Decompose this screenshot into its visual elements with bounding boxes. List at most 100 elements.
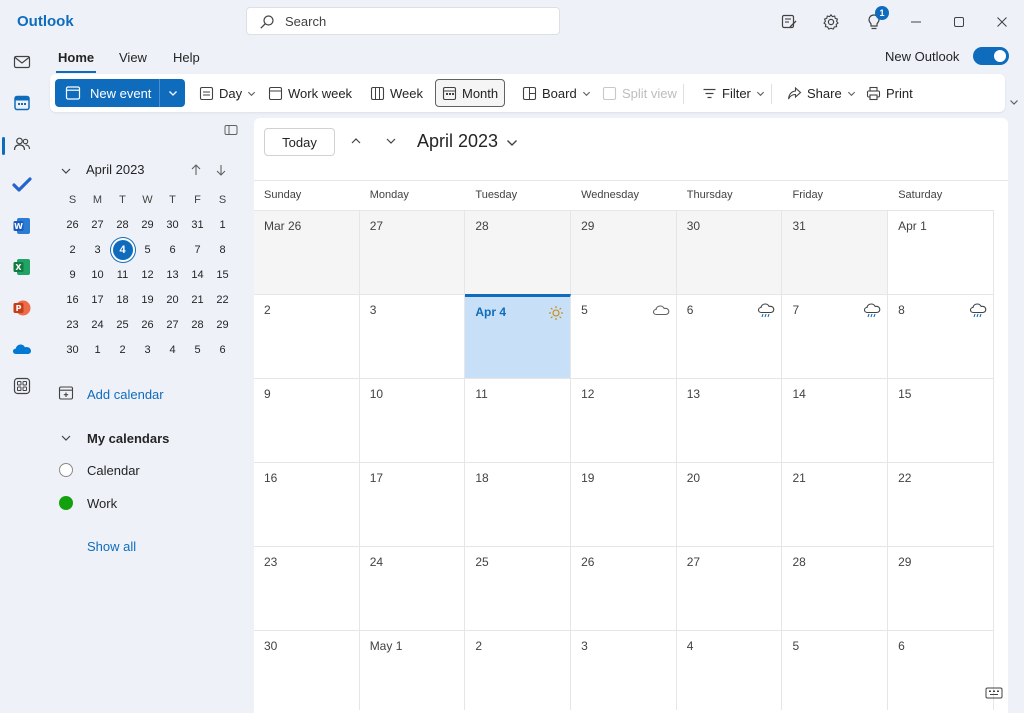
calendar-day-cell[interactable]: 14 xyxy=(782,379,889,462)
mini-calendar-day[interactable]: 30 xyxy=(60,338,85,363)
mini-calendar-day[interactable]: 21 xyxy=(185,288,210,313)
keyboard-icon[interactable] xyxy=(985,686,1003,700)
month-title[interactable]: April 2023 xyxy=(417,131,498,152)
mini-calendar-day[interactable]: 23 xyxy=(60,313,85,338)
filter-button[interactable]: Filter xyxy=(696,79,771,107)
mini-calendar-day[interactable]: 28 xyxy=(185,313,210,338)
mini-calendar-day[interactable]: 27 xyxy=(160,313,185,338)
calendar-day-cell[interactable]: 29 xyxy=(888,547,994,630)
search-input[interactable] xyxy=(285,11,545,31)
calendar-day-cell[interactable]: 29 xyxy=(571,211,677,294)
calendar-day-cell[interactable]: 31 xyxy=(782,211,889,294)
mini-calendar-day[interactable]: 5 xyxy=(185,338,210,363)
chevron-down-icon[interactable] xyxy=(60,432,72,444)
new-outlook-toggle[interactable] xyxy=(973,47,1009,65)
week-view-button[interactable]: Week xyxy=(364,79,429,107)
mini-calendar-day[interactable]: 22 xyxy=(210,288,235,313)
mini-calendar-day[interactable]: 29 xyxy=(210,313,235,338)
mini-calendar-day[interactable]: 6 xyxy=(160,238,185,263)
mini-calendar-day[interactable]: 26 xyxy=(135,313,160,338)
chevron-down-icon[interactable] xyxy=(505,136,519,150)
show-all-link[interactable]: Show all xyxy=(87,539,136,554)
word-icon[interactable]: W xyxy=(10,214,34,238)
day-view-button[interactable]: Day xyxy=(193,79,262,107)
mini-calendar-day[interactable]: 13 xyxy=(160,263,185,288)
calendar-checkbox[interactable] xyxy=(59,463,73,477)
search-box[interactable] xyxy=(246,7,560,35)
mini-calendar-day[interactable]: 19 xyxy=(135,288,160,313)
gear-icon[interactable] xyxy=(821,12,841,32)
calendar-day-cell[interactable]: 2 xyxy=(254,295,360,378)
calendar-day-cell[interactable]: 6 xyxy=(888,631,994,710)
calendar-day-today[interactable]: Apr 4 xyxy=(465,294,572,378)
calendar-day-cell[interactable]: 30 xyxy=(254,631,360,710)
mini-calendar-day[interactable]: 26 xyxy=(60,213,85,238)
calendar-day-cell[interactable]: 10 xyxy=(360,379,466,462)
people-icon[interactable] xyxy=(10,132,34,156)
mini-calendar-day[interactable]: 17 xyxy=(85,288,110,313)
mini-calendar-day[interactable]: 5 xyxy=(135,238,160,263)
todo-icon[interactable] xyxy=(10,173,34,197)
split-view-button[interactable]: Split view xyxy=(596,79,683,107)
calendar-day-cell[interactable]: 5 xyxy=(571,295,677,378)
calendar-day-cell[interactable]: 21 xyxy=(782,463,889,546)
arrow-down-icon[interactable] xyxy=(214,163,228,177)
tab-home[interactable]: Home xyxy=(56,50,97,73)
calendar-day-cell[interactable]: 3 xyxy=(571,631,677,710)
calendar-day-cell[interactable]: 13 xyxy=(677,379,783,462)
mini-calendar-day[interactable]: 4 xyxy=(160,338,185,363)
mini-calendar-day[interactable]: 31 xyxy=(185,213,210,238)
work-week-button[interactable]: Work week xyxy=(262,79,358,107)
scrollbar-track[interactable] xyxy=(994,210,1008,713)
calendar-day-cell[interactable]: 27 xyxy=(677,547,783,630)
add-calendar-link[interactable]: Add calendar xyxy=(87,387,164,402)
calendar-day-cell[interactable]: 20 xyxy=(677,463,783,546)
share-button[interactable]: Share xyxy=(781,79,862,107)
mini-calendar-day[interactable]: 7 xyxy=(185,238,210,263)
calendar-day-cell[interactable]: Mar 26 xyxy=(254,211,360,294)
calendar-item-work[interactable]: Work xyxy=(59,493,117,513)
calendar-day-cell[interactable]: 4 xyxy=(677,631,783,710)
mini-calendar-day[interactable]: 3 xyxy=(85,238,110,263)
mini-calendar-day[interactable]: 20 xyxy=(160,288,185,313)
calendar-day-cell[interactable]: 11 xyxy=(465,379,572,462)
powerpoint-icon[interactable]: P xyxy=(10,296,34,320)
calendar-day-cell[interactable]: 26 xyxy=(571,547,677,630)
mini-calendar-day[interactable]: 30 xyxy=(160,213,185,238)
mini-calendar-day[interactable]: 12 xyxy=(135,263,160,288)
maximize-icon[interactable] xyxy=(949,12,969,32)
new-event-dropdown[interactable] xyxy=(159,79,185,107)
arrow-up-icon[interactable] xyxy=(189,163,203,177)
calendar-day-cell[interactable]: 24 xyxy=(360,547,466,630)
ribbon-expand-chevron-icon[interactable] xyxy=(1009,97,1019,107)
calendar-day-cell[interactable]: Apr 1 xyxy=(888,211,994,294)
print-button[interactable]: Print xyxy=(860,79,919,107)
mini-calendar-day[interactable]: 1 xyxy=(210,213,235,238)
board-view-button[interactable]: Board xyxy=(516,79,597,107)
calendar-day-cell[interactable]: 3 xyxy=(360,295,466,378)
mini-calendar-day[interactable]: 9 xyxy=(60,263,85,288)
mini-calendar-day[interactable]: 29 xyxy=(135,213,160,238)
mini-calendar-day[interactable]: 2 xyxy=(110,338,135,363)
mini-calendar-day[interactable]: 8 xyxy=(210,238,235,263)
chevron-down-icon[interactable] xyxy=(384,134,398,148)
calendar-day-cell[interactable]: 7 xyxy=(782,295,889,378)
mini-calendar-day[interactable]: 2 xyxy=(60,238,85,263)
mini-calendar-day[interactable]: 6 xyxy=(210,338,235,363)
calendar-day-cell[interactable]: 27 xyxy=(359,211,466,294)
calendar-day-cell[interactable]: 22 xyxy=(888,463,994,546)
calendar-day-cell[interactable]: 28 xyxy=(782,547,889,630)
chevron-down-icon[interactable] xyxy=(60,165,72,177)
mini-calendar-day[interactable]: 25 xyxy=(110,313,135,338)
new-event-main[interactable]: New event xyxy=(55,79,159,107)
calendar-day-cell[interactable]: 30 xyxy=(676,211,783,294)
mini-calendar-day[interactable]: 10 xyxy=(85,263,110,288)
onedrive-icon[interactable] xyxy=(10,337,34,361)
chevron-up-icon[interactable] xyxy=(349,134,363,148)
calendar-day-cell[interactable]: 28 xyxy=(465,211,572,294)
calendar-day-cell[interactable]: 5 xyxy=(782,631,889,710)
calendar-day-cell[interactable]: May 1 xyxy=(360,631,466,710)
calendar-day-cell[interactable]: 19 xyxy=(571,463,677,546)
calendar-item-calendar[interactable]: Calendar xyxy=(59,460,140,480)
my-calendars-header[interactable]: My calendars xyxy=(87,431,169,446)
